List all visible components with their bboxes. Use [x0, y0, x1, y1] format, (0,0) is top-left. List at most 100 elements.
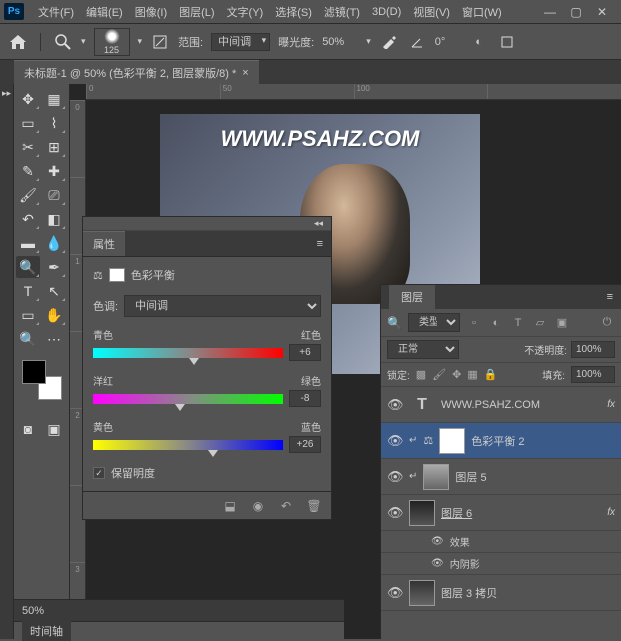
menu-edit[interactable]: 编辑(E) — [80, 1, 129, 23]
cyan-red-slider[interactable] — [93, 348, 283, 358]
preserve-luminosity-checkbox[interactable]: ✓ — [93, 467, 105, 479]
foreground-color-swatch[interactable] — [22, 360, 46, 384]
properties-tab[interactable]: 属性 — [83, 231, 125, 256]
search-icon[interactable]: 🔍 — [387, 316, 402, 330]
lock-transparency-icon[interactable]: ▩ — [416, 368, 426, 381]
magenta-green-slider[interactable] — [93, 394, 283, 404]
angle-input[interactable] — [435, 36, 461, 48]
layer-row[interactable]: 👁 ↵ 图层 5 — [381, 459, 621, 495]
panel-menu-icon[interactable]: ≡ — [317, 238, 323, 250]
dodge-tool[interactable]: 🔍 — [16, 256, 40, 278]
layers-menu-icon[interactable]: ≡ — [607, 291, 621, 303]
clip-to-layer-icon[interactable]: ⬓ — [221, 498, 239, 514]
hand-tool[interactable]: ✋ — [42, 304, 66, 326]
menu-select[interactable]: 选择(S) — [269, 1, 318, 23]
slider-value[interactable]: +6 — [289, 344, 321, 361]
blend-mode-select[interactable]: 正常 — [387, 340, 459, 359]
reset-icon[interactable]: ↶ — [277, 498, 295, 514]
fx-badge[interactable]: fx — [607, 507, 615, 518]
menu-file[interactable]: 文件(F) — [32, 1, 80, 23]
menu-filter[interactable]: 滤镜(T) — [318, 1, 366, 23]
filter-smart-icon[interactable]: ▣ — [554, 316, 570, 330]
layer-row[interactable]: 👁 ↵ ⚖ 色彩平衡 2 — [381, 423, 621, 459]
layer-thumb[interactable] — [423, 464, 449, 490]
collapse-icon[interactable]: ◂◂ — [83, 217, 331, 231]
minimize-button[interactable]: — — [543, 5, 557, 19]
path-select-tool[interactable]: ↖ — [42, 280, 66, 302]
filter-shape-icon[interactable]: ▱ — [532, 316, 548, 330]
color-swatches[interactable] — [22, 360, 62, 400]
home-icon[interactable] — [8, 32, 28, 52]
slider-value[interactable]: +26 — [289, 436, 321, 453]
layer-name[interactable]: 图层 3 拷贝 — [441, 585, 615, 601]
layer-row[interactable]: 👁 T WWW.PSAHZ.COM fx — [381, 387, 621, 423]
close-tab-icon[interactable]: × — [242, 67, 248, 79]
visibility-icon[interactable]: 👁 — [387, 505, 403, 521]
layer-thumb[interactable] — [409, 580, 435, 606]
layer-row[interactable]: 👁 图层 3 拷贝 — [381, 575, 621, 611]
zoom-tool[interactable]: 🔍 — [16, 328, 40, 350]
move-tool[interactable]: ✥ — [16, 88, 40, 110]
healing-tool[interactable]: ✚ — [42, 160, 66, 182]
stamp-tool[interactable]: ⎚ — [42, 184, 66, 206]
filter-type-select[interactable]: 类型 — [408, 313, 460, 332]
lock-artboard-icon[interactable]: ▦ — [467, 368, 477, 381]
layer-name[interactable]: 图层 6 — [441, 505, 601, 521]
history-brush-tool[interactable]: ↶ — [16, 208, 40, 230]
document-tab[interactable]: 未标题-1 @ 50% (色彩平衡 2, 图层蒙版/8) * × — [14, 60, 259, 85]
brush-tool[interactable]: 🖌 — [16, 184, 40, 206]
visibility-icon[interactable]: 👁 — [431, 558, 444, 569]
pressure-icon[interactable]: ◐ — [469, 32, 489, 52]
slider-value[interactable]: -8 — [289, 390, 321, 407]
layer-name[interactable]: 色彩平衡 2 — [471, 433, 615, 449]
eyedropper-tool[interactable]: ✎ — [16, 160, 40, 182]
visibility-icon[interactable]: 👁 — [387, 397, 403, 413]
brush-panel-icon[interactable] — [150, 32, 170, 52]
visibility-icon[interactable]: 👁 — [387, 469, 403, 485]
layer-name[interactable]: 图层 5 — [455, 469, 615, 485]
dodge-tool-icon[interactable] — [53, 32, 73, 52]
opacity-input[interactable] — [571, 341, 615, 358]
type-tool[interactable]: T — [16, 280, 40, 302]
edit-toolbar[interactable]: ⋯ — [42, 328, 66, 350]
lock-position-icon[interactable]: ✥ — [452, 368, 461, 381]
brush-preview[interactable]: 125 — [94, 28, 130, 56]
visibility-icon[interactable]: 👁 — [387, 433, 403, 449]
eraser-tool[interactable]: ◧ — [42, 208, 66, 230]
lasso-tool[interactable]: ⌇ — [42, 112, 66, 134]
layer-effects-heading[interactable]: 👁效果 — [381, 531, 621, 553]
visibility-icon[interactable]: 👁 — [431, 536, 444, 547]
fx-badge[interactable]: fx — [607, 399, 615, 410]
mask-thumb[interactable] — [439, 428, 465, 454]
fill-input[interactable] — [571, 366, 615, 383]
menu-view[interactable]: 视图(V) — [407, 1, 456, 23]
menu-window[interactable]: 窗口(W) — [456, 1, 508, 23]
range-select[interactable]: 中间调 — [211, 33, 270, 51]
exposure-input[interactable] — [322, 36, 358, 48]
airbrush-icon[interactable] — [379, 32, 399, 52]
filter-type-icon[interactable]: T — [510, 316, 526, 330]
layers-tab[interactable]: 图层 — [389, 285, 435, 309]
gradient-tool[interactable]: ▬ — [16, 232, 40, 254]
menu-image[interactable]: 图像(I) — [129, 1, 173, 23]
layer-effect-item[interactable]: 👁内阴影 — [381, 553, 621, 575]
layer-row[interactable]: 👁 图层 6 fx — [381, 495, 621, 531]
maximize-button[interactable]: ▢ — [569, 5, 583, 19]
delete-icon[interactable]: 🗑 — [305, 498, 323, 514]
crop-tool[interactable]: ✂ — [16, 136, 40, 158]
menu-layer[interactable]: 图层(L) — [173, 1, 220, 23]
filter-adjust-icon[interactable]: ◐ — [488, 316, 504, 330]
layer-name[interactable]: WWW.PSAHZ.COM — [441, 399, 601, 411]
pen-tool[interactable]: ✒ — [42, 256, 66, 278]
quick-mask-icon[interactable]: ◙ — [16, 418, 40, 440]
visibility-icon[interactable]: 👁 — [387, 585, 403, 601]
zoom-level[interactable]: 50% — [22, 605, 44, 617]
blur-tool[interactable]: 💧 — [42, 232, 66, 254]
artboard-tool[interactable]: ▦ — [42, 88, 66, 110]
marquee-tool[interactable]: ▭ — [16, 112, 40, 134]
lock-all-icon[interactable]: 🔒 — [484, 368, 498, 381]
shape-tool[interactable]: ▭ — [16, 304, 40, 326]
screen-mode-icon[interactable]: ▣ — [42, 418, 66, 440]
filter-toggle-icon[interactable]: ⏻ — [599, 316, 615, 330]
layer-thumb[interactable] — [409, 500, 435, 526]
